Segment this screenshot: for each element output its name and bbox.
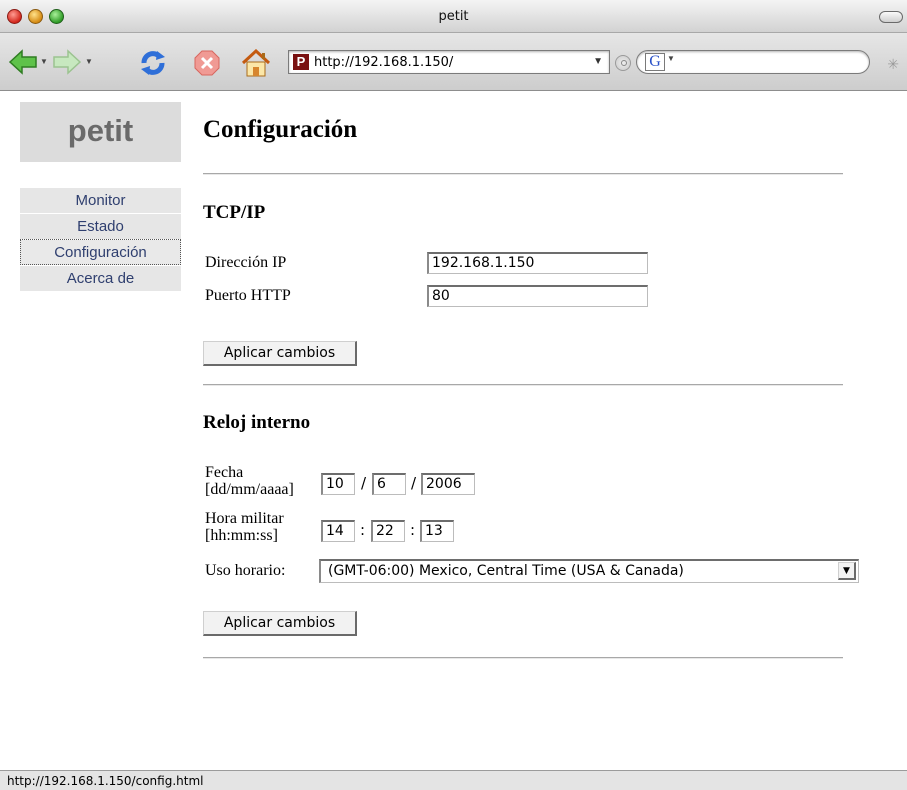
- site-favicon-icon: P: [293, 54, 309, 70]
- home-icon: [241, 48, 271, 77]
- divider: [203, 384, 843, 386]
- divider: [203, 657, 843, 659]
- hour-input[interactable]: 14: [321, 520, 355, 542]
- port-label: Puerto HTTP: [205, 287, 291, 304]
- date-format-label: [dd/mm/aaaa]: [205, 481, 294, 498]
- browser-toolbar: ▼ ▼ P http://192.168.1.150/ ▼ G ▼ ✳: [0, 33, 907, 91]
- sidebar-item-estado[interactable]: Estado: [20, 213, 181, 239]
- sidebar-item-acerca-de[interactable]: Acerca de: [20, 265, 181, 291]
- year-input[interactable]: 2006: [421, 473, 475, 495]
- ip-input[interactable]: 192.168.1.150: [427, 252, 648, 274]
- time-format-label: [hh:mm:ss]: [205, 527, 278, 544]
- date-label: Fecha: [205, 464, 244, 481]
- home-button[interactable]: [240, 48, 274, 77]
- google-icon[interactable]: G: [645, 53, 665, 71]
- clock-heading: Reloj interno: [203, 412, 311, 433]
- forward-menu-arrow-icon[interactable]: ▼: [85, 57, 93, 66]
- timezone-selected-value: (GMT-06:00) Mexico, Central Time (USA & …: [328, 563, 684, 579]
- timezone-label: Uso horario:: [205, 562, 286, 579]
- time-label: Hora militar: [205, 510, 284, 527]
- sidebar-item-monitor[interactable]: Monitor: [20, 187, 181, 213]
- sidebar-item-configuracion[interactable]: Configuración: [20, 239, 181, 265]
- ip-label: Dirección IP: [205, 254, 287, 271]
- second-input[interactable]: 13: [420, 520, 454, 542]
- tcpip-heading: TCP/IP: [203, 202, 266, 223]
- forward-arrow-icon: [53, 49, 82, 75]
- url-history-dropdown-icon[interactable]: ▼: [593, 56, 603, 67]
- title-bar: petit: [0, 0, 907, 33]
- date-separator: /: [411, 474, 417, 492]
- minute-input[interactable]: 22: [371, 520, 405, 542]
- stop-icon: [194, 50, 220, 76]
- sidebar-nav: Monitor Estado Configuración Acerca de: [20, 187, 181, 291]
- divider: [203, 173, 843, 175]
- toolbar-toggle-button[interactable]: [879, 11, 903, 23]
- reload-icon: [141, 51, 165, 75]
- back-arrow-icon: [8, 49, 37, 75]
- spinner-icon: ✳: [887, 56, 899, 72]
- status-url: http://192.168.1.150/config.html: [7, 774, 204, 788]
- stop-button[interactable]: [193, 49, 225, 77]
- date-separator: /: [361, 474, 367, 492]
- port-input[interactable]: 80: [427, 285, 648, 307]
- time-separator: :: [360, 521, 366, 539]
- back-button[interactable]: ▼: [8, 49, 48, 77]
- back-menu-arrow-icon[interactable]: ▼: [40, 57, 48, 66]
- time-separator: :: [410, 521, 416, 539]
- day-input[interactable]: 10: [321, 473, 355, 495]
- month-input[interactable]: 6: [372, 473, 406, 495]
- page-title: Configuración: [203, 116, 358, 143]
- go-icon[interactable]: [615, 55, 631, 71]
- reload-button[interactable]: [138, 49, 170, 77]
- search-engine-menu-arrow-icon[interactable]: ▼: [667, 54, 675, 63]
- chevron-down-icon[interactable]: ▼: [838, 562, 856, 580]
- forward-button[interactable]: ▼: [52, 49, 96, 77]
- apply-clock-button[interactable]: Aplicar cambios: [203, 611, 357, 636]
- url-text[interactable]: http://192.168.1.150/: [314, 55, 453, 70]
- url-bar[interactable]: P http://192.168.1.150/ ▼: [288, 50, 610, 74]
- window-title: petit: [438, 9, 469, 24]
- apply-tcpip-button[interactable]: Aplicar cambios: [203, 341, 357, 366]
- search-bar[interactable]: G ▼: [636, 50, 870, 74]
- brand-logo: petit: [20, 102, 181, 162]
- timezone-select[interactable]: (GMT-06:00) Mexico, Central Time (USA & …: [319, 559, 859, 583]
- status-bar: http://192.168.1.150/config.html: [0, 770, 907, 790]
